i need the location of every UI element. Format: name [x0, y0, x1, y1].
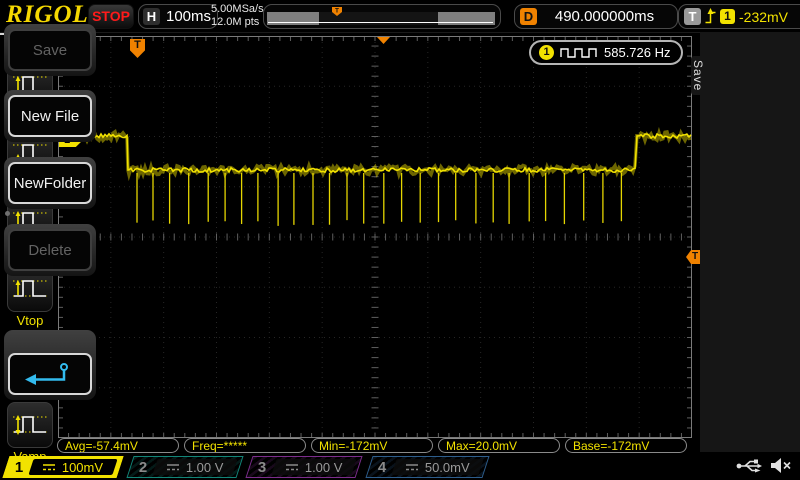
memory-depth: 12.0M pts — [211, 16, 260, 28]
trigger-level-value: -232mV — [739, 8, 789, 25]
softkey-newfile: New File — [4, 90, 96, 142]
save-button[interactable]: Save — [8, 29, 92, 71]
trigger-widget[interactable]: T 1 -232mV — [678, 4, 800, 29]
delay-label: D — [520, 8, 537, 25]
frequency-counter: 1 585.726 Hz — [529, 40, 683, 65]
measure-freq: Freq=***** — [184, 438, 306, 453]
vamp-icon — [13, 415, 47, 435]
square-wave-icon — [560, 47, 597, 58]
top-status-bar: RIGOL STOP H 100ms 5.00MSa/s 12.0M pts T… — [0, 0, 800, 33]
counter-channel-badge: 1 — [539, 45, 554, 60]
measure-min: Min=-172mV — [311, 438, 433, 453]
acquisition-info: 5.00MSa/s 12.0M pts — [211, 3, 264, 29]
usb-icon — [736, 459, 762, 473]
preview-wave-icon: T — [267, 7, 495, 25]
measurement-bar: Avg=-57.4mV Freq=***** Min=-172mV Max=20… — [57, 438, 687, 453]
menu-page-dot — [5, 211, 10, 216]
channel-4-status[interactable]: 4 50.0mV — [365, 456, 491, 478]
status-icons — [736, 457, 792, 474]
measure-avg: Avg=-57.4mV — [57, 438, 179, 453]
delay-widget[interactable]: D 490.000000ms — [514, 4, 678, 29]
channel-2-status[interactable]: 2 1.00 V — [125, 456, 244, 478]
softkey-save: Save — [4, 24, 96, 76]
back-button[interactable] — [8, 353, 92, 395]
dc-coupling-icon — [43, 464, 56, 471]
measure-max: Max=20.0mV — [438, 438, 560, 453]
trigger-source-badge: 1 — [720, 9, 735, 24]
horizontal-label: H — [143, 8, 160, 25]
dc-coupling-icon — [166, 464, 179, 471]
dc-coupling-icon — [406, 464, 419, 471]
run-state-badge[interactable]: STOP — [88, 4, 134, 29]
new-folder-button[interactable]: NewFolder — [8, 162, 92, 204]
delay-value: 490.000000ms — [554, 8, 655, 25]
softkey-newfolder: NewFolder — [4, 157, 96, 209]
measure-base: Base=-172mV — [565, 438, 687, 453]
new-file-button[interactable]: New File — [8, 95, 92, 137]
softkey-delete: Delete — [4, 224, 96, 276]
softkey-back — [4, 330, 96, 400]
vtop-icon — [13, 280, 47, 297]
menu-item-vamp[interactable]: Vamp — [7, 402, 53, 464]
waveform-display-area[interactable] — [58, 36, 692, 438]
delete-button[interactable]: Delete — [8, 229, 92, 271]
graticule — [58, 36, 692, 438]
svg-text:T: T — [335, 8, 339, 15]
rising-edge-icon — [705, 8, 716, 24]
trigger-label: T — [684, 8, 701, 25]
right-softkey-menu — [700, 32, 800, 452]
memory-waveform-preview[interactable]: T — [263, 4, 501, 29]
timebase-value: 100ms — [166, 8, 212, 25]
return-arrow-icon — [25, 363, 68, 385]
oscilloscope-screen: RIGOL STOP H 100ms 5.00MSa/s 12.0M pts T… — [0, 0, 800, 480]
channel-status-bar: 1 100mV 2 1.00 V 3 1.00 V 4 50.0mV — [2, 456, 491, 478]
speaker-muted-icon — [771, 458, 791, 473]
counter-value: 585.726 Hz — [604, 45, 671, 60]
channel-1-status[interactable]: 1 100mV — [2, 456, 124, 478]
menu-tab-save: Save — [691, 56, 705, 96]
channel-3-status[interactable]: 3 1.00 V — [245, 456, 363, 478]
horizontal-timebase-widget[interactable]: H 100ms — [138, 4, 218, 29]
dc-coupling-icon — [286, 464, 299, 471]
sample-rate: 5.00MSa/s — [211, 3, 264, 15]
